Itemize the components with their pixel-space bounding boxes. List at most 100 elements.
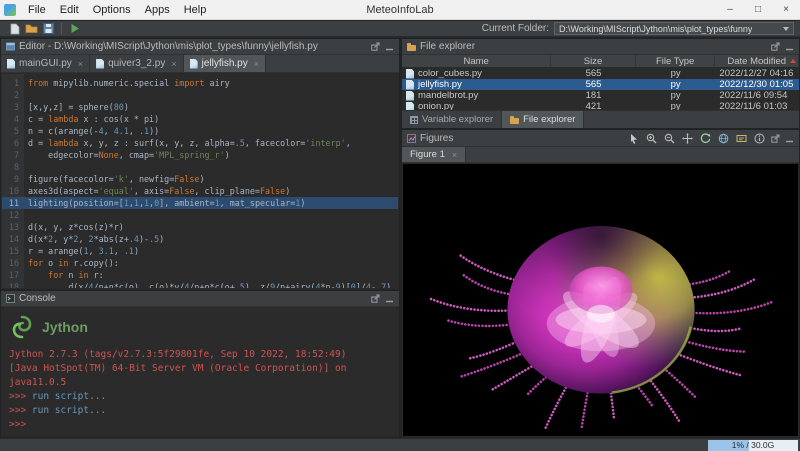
console-line: >>> run script... [9,390,391,404]
minimize-panel-icon[interactable] [785,134,794,143]
code-line: 2 [2,89,398,101]
new-script-icon [10,23,20,35]
file-table-body: color_cubes.py 565 py 2022/12/27 04:16 j… [402,68,799,112]
file-row-color-cubes[interactable]: color_cubes.py 565 py 2022/12/27 04:16 [402,68,799,79]
zoom-out-icon[interactable] [663,132,676,145]
editor-panel: Editor - D:\Working\MIScript\Jython\mis\… [0,38,400,290]
column-header-name[interactable]: Name [402,55,551,67]
console-panel-header: Console [1,291,399,307]
new-script-button[interactable] [6,21,23,36]
tab-file-explorer[interactable]: File explorer [502,111,584,128]
zoom-in-icon[interactable] [645,132,658,145]
line-number: 4 [2,113,24,125]
line-number: 1 [2,77,24,89]
float-panel-icon[interactable] [771,134,780,143]
file-size: 565 [551,68,636,79]
rotate-icon[interactable] [699,132,712,145]
code-editor[interactable]: 1from mipylib.numeric.special import air… [2,74,398,288]
console-line: >>> [9,418,391,432]
file-explorer-panel: File explorer Name Size File Type Date M… [401,38,800,129]
maximize-window-button[interactable]: □ [744,0,772,20]
console-prompt: >>> [9,405,32,416]
tab-quiver3-2-py[interactable]: quiver3_2.py × [90,55,184,72]
file-row-jellyfish[interactable]: jellyfish.py 565 py 2022/12/30 01:05 [402,79,799,90]
menu-help[interactable]: Help [177,0,214,20]
file-type: py [636,79,716,90]
file-explorer-title: File explorer [420,41,475,52]
close-window-button[interactable]: × [772,0,800,20]
column-header-size[interactable]: Size [551,55,636,67]
pan-icon[interactable] [681,132,694,145]
file-date: 2022/11/6 09:54 [715,90,799,101]
python-file-icon [96,59,104,69]
column-header-date-modified[interactable]: Date Modified [715,55,799,67]
code-line: 13d(x, y, z*cos(z)*r) [2,221,398,233]
minimize-panel-icon[interactable] [385,42,394,51]
info-icon[interactable] [753,132,766,145]
figures-panel-icon [407,134,416,143]
main-toolbar: Current Folder: D:\Working\MIScript\Jyth… [0,21,800,37]
variable-explorer-icon [410,116,418,124]
annotation-icon[interactable] [735,132,748,145]
jython-logo-icon [9,314,35,340]
line-number: 17 [2,269,24,281]
jellyfish-plot [403,164,798,436]
close-tab-icon[interactable]: × [254,59,259,69]
code-line: 1from mipylib.numeric.special import air… [2,77,398,89]
line-number: 9 [2,173,24,185]
tab-label: mainGUI.py [19,58,72,69]
code-line: 7 edgecolor=None, cmap='MPL_spring_r') [2,149,398,161]
close-tab-icon[interactable]: × [452,150,457,160]
tab-maingui-py[interactable]: mainGUI.py × [1,55,90,72]
figure-canvas[interactable] [403,164,798,436]
tab-variable-explorer[interactable]: Variable explorer [402,111,502,128]
minimize-panel-icon[interactable] [785,42,794,51]
file-name: mandelbrot.py [418,90,478,101]
editor-panel-title: Editor - D:\Working\MIScript\Jython\mis\… [19,41,318,52]
tab-label: File explorer [523,114,575,125]
app-icon [4,4,16,16]
save-button[interactable] [40,21,57,36]
tab-label: jellyfish.py [202,58,248,69]
minimize-window-button[interactable]: – [716,0,744,20]
tab-jellyfish-py[interactable]: jellyfish.py × [184,55,266,72]
menu-edit[interactable]: Edit [53,0,86,20]
status-bar: 1% / 30.0G [0,438,800,451]
float-panel-icon[interactable] [371,42,380,51]
globe-icon[interactable] [717,132,730,145]
current-folder-combobox[interactable]: D:\Working\MIScript\Jython\mis\plot_type… [554,22,794,35]
console-line: [Java HotSpot(TM) 64-Bit Server VM (Orac… [9,362,391,390]
column-header-label: Date Modified [727,56,786,67]
open-folder-icon [25,23,38,34]
line-number: 10 [2,185,24,197]
tab-figure-1[interactable]: Figure 1 × [402,147,466,162]
file-row-mandelbrot[interactable]: mandelbrot.py 181 py 2022/11/6 09:54 [402,90,799,101]
code-line: 9figure(facecolor='k', newfig=False) [2,173,398,185]
menu-options[interactable]: Options [86,0,138,20]
menu-file[interactable]: File [21,0,53,20]
chevron-down-icon[interactable] [783,27,789,31]
minimize-panel-icon[interactable] [385,294,394,303]
select-arrow-icon[interactable] [627,132,640,145]
code-line: 16for o in r.copy(): [2,257,398,269]
file-type: py [636,90,716,101]
column-header-file-type[interactable]: File Type [636,55,716,67]
run-script-button[interactable] [66,21,83,36]
close-tab-icon[interactable]: × [78,59,83,69]
float-panel-icon[interactable] [371,294,380,303]
tab-label: Variable explorer [422,114,493,125]
float-panel-icon[interactable] [771,42,780,51]
code-line: 4c = lambda x : cos(x * pi) [2,113,398,125]
menu-apps[interactable]: Apps [138,0,177,20]
open-button[interactable] [23,21,40,36]
console-output[interactable]: Jython Jython 2.7.3 (tags/v2.7.3:5f29801… [1,307,399,432]
line-number: 5 [2,125,24,137]
code-line: 6d = lambda x, y, z : surf(x, y, z, alph… [2,137,398,149]
console-banner-text: Jython 2.7.3 (tags/v2.7.3:5f29801fe, Sep… [9,349,346,360]
toolbar-separator [61,23,62,34]
figures-panel-header: Figures [402,130,799,147]
console-prompt: >>> [9,391,32,402]
line-number: 8 [2,161,24,173]
close-tab-icon[interactable]: × [171,59,176,69]
line-number: 15 [2,245,24,257]
